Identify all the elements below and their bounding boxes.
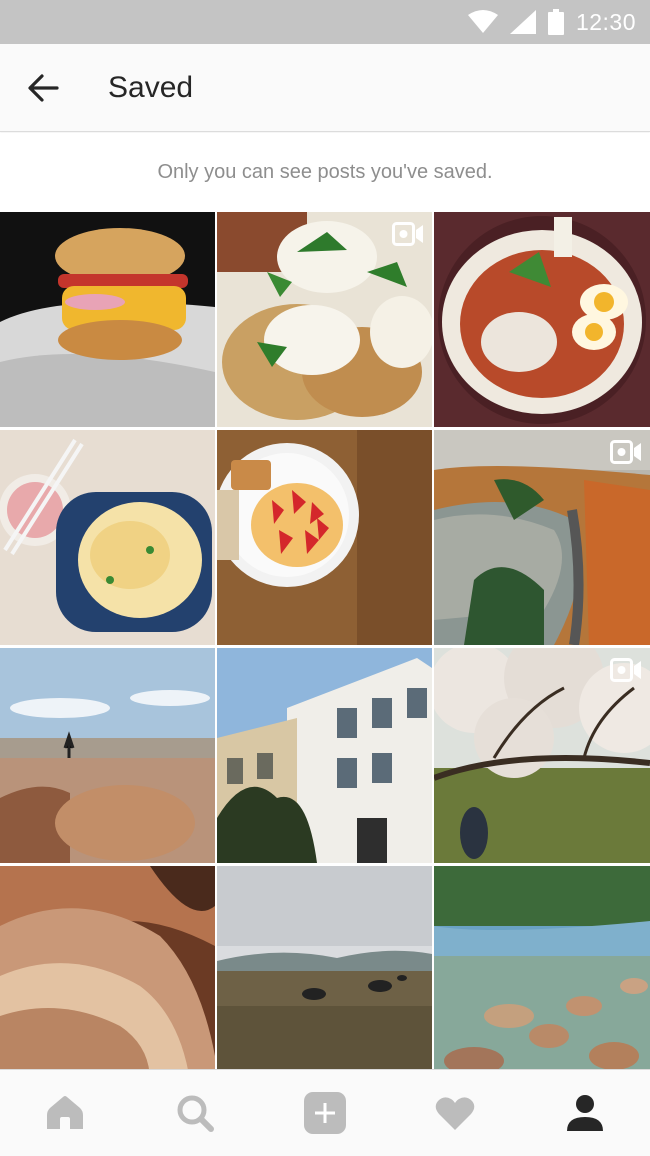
saved-post-thumbnail[interactable] [217,648,432,863]
app-bar: Saved [0,44,650,132]
video-icon [392,222,423,246]
saved-posts-grid [0,212,650,1081]
saved-post-thumbnail[interactable] [217,866,432,1081]
tab-home[interactable] [25,1073,105,1153]
tab-new-post[interactable] [285,1073,365,1153]
saved-post-thumbnail[interactable] [0,648,215,863]
page-title: Saved [108,70,194,104]
saved-post-thumbnail[interactable] [0,866,215,1081]
saved-post-thumbnail[interactable] [434,866,650,1081]
arrow-left-icon [28,73,59,102]
saved-post-thumbnail[interactable] [0,430,215,645]
back-button[interactable] [0,44,86,132]
home-icon [47,1096,83,1129]
saved-post-thumbnail[interactable] [434,648,650,863]
tab-profile[interactable] [545,1073,625,1153]
add-post-icon [304,1092,346,1134]
saved-post-thumbnail[interactable] [217,212,432,427]
video-icon [610,440,641,464]
bottom-tab-bar [0,1069,650,1156]
wifi-icon [467,10,498,33]
cellular-signal-icon [509,10,536,34]
tab-activity[interactable] [415,1073,495,1153]
profile-icon [567,1095,603,1131]
saved-privacy-notice: Only you can see posts you've saved. [0,133,650,212]
saved-post-thumbnail[interactable] [0,212,215,427]
saved-post-thumbnail[interactable] [434,212,650,427]
search-icon [177,1095,214,1132]
saved-post-thumbnail[interactable] [217,430,432,645]
video-icon [610,658,641,682]
status-time: 12:30 [575,8,636,35]
saved-post-thumbnail[interactable] [434,430,650,645]
tab-search[interactable] [155,1073,235,1153]
battery-icon [547,9,564,35]
heart-icon [435,1097,475,1130]
status-bar: 12:30 [0,0,650,44]
